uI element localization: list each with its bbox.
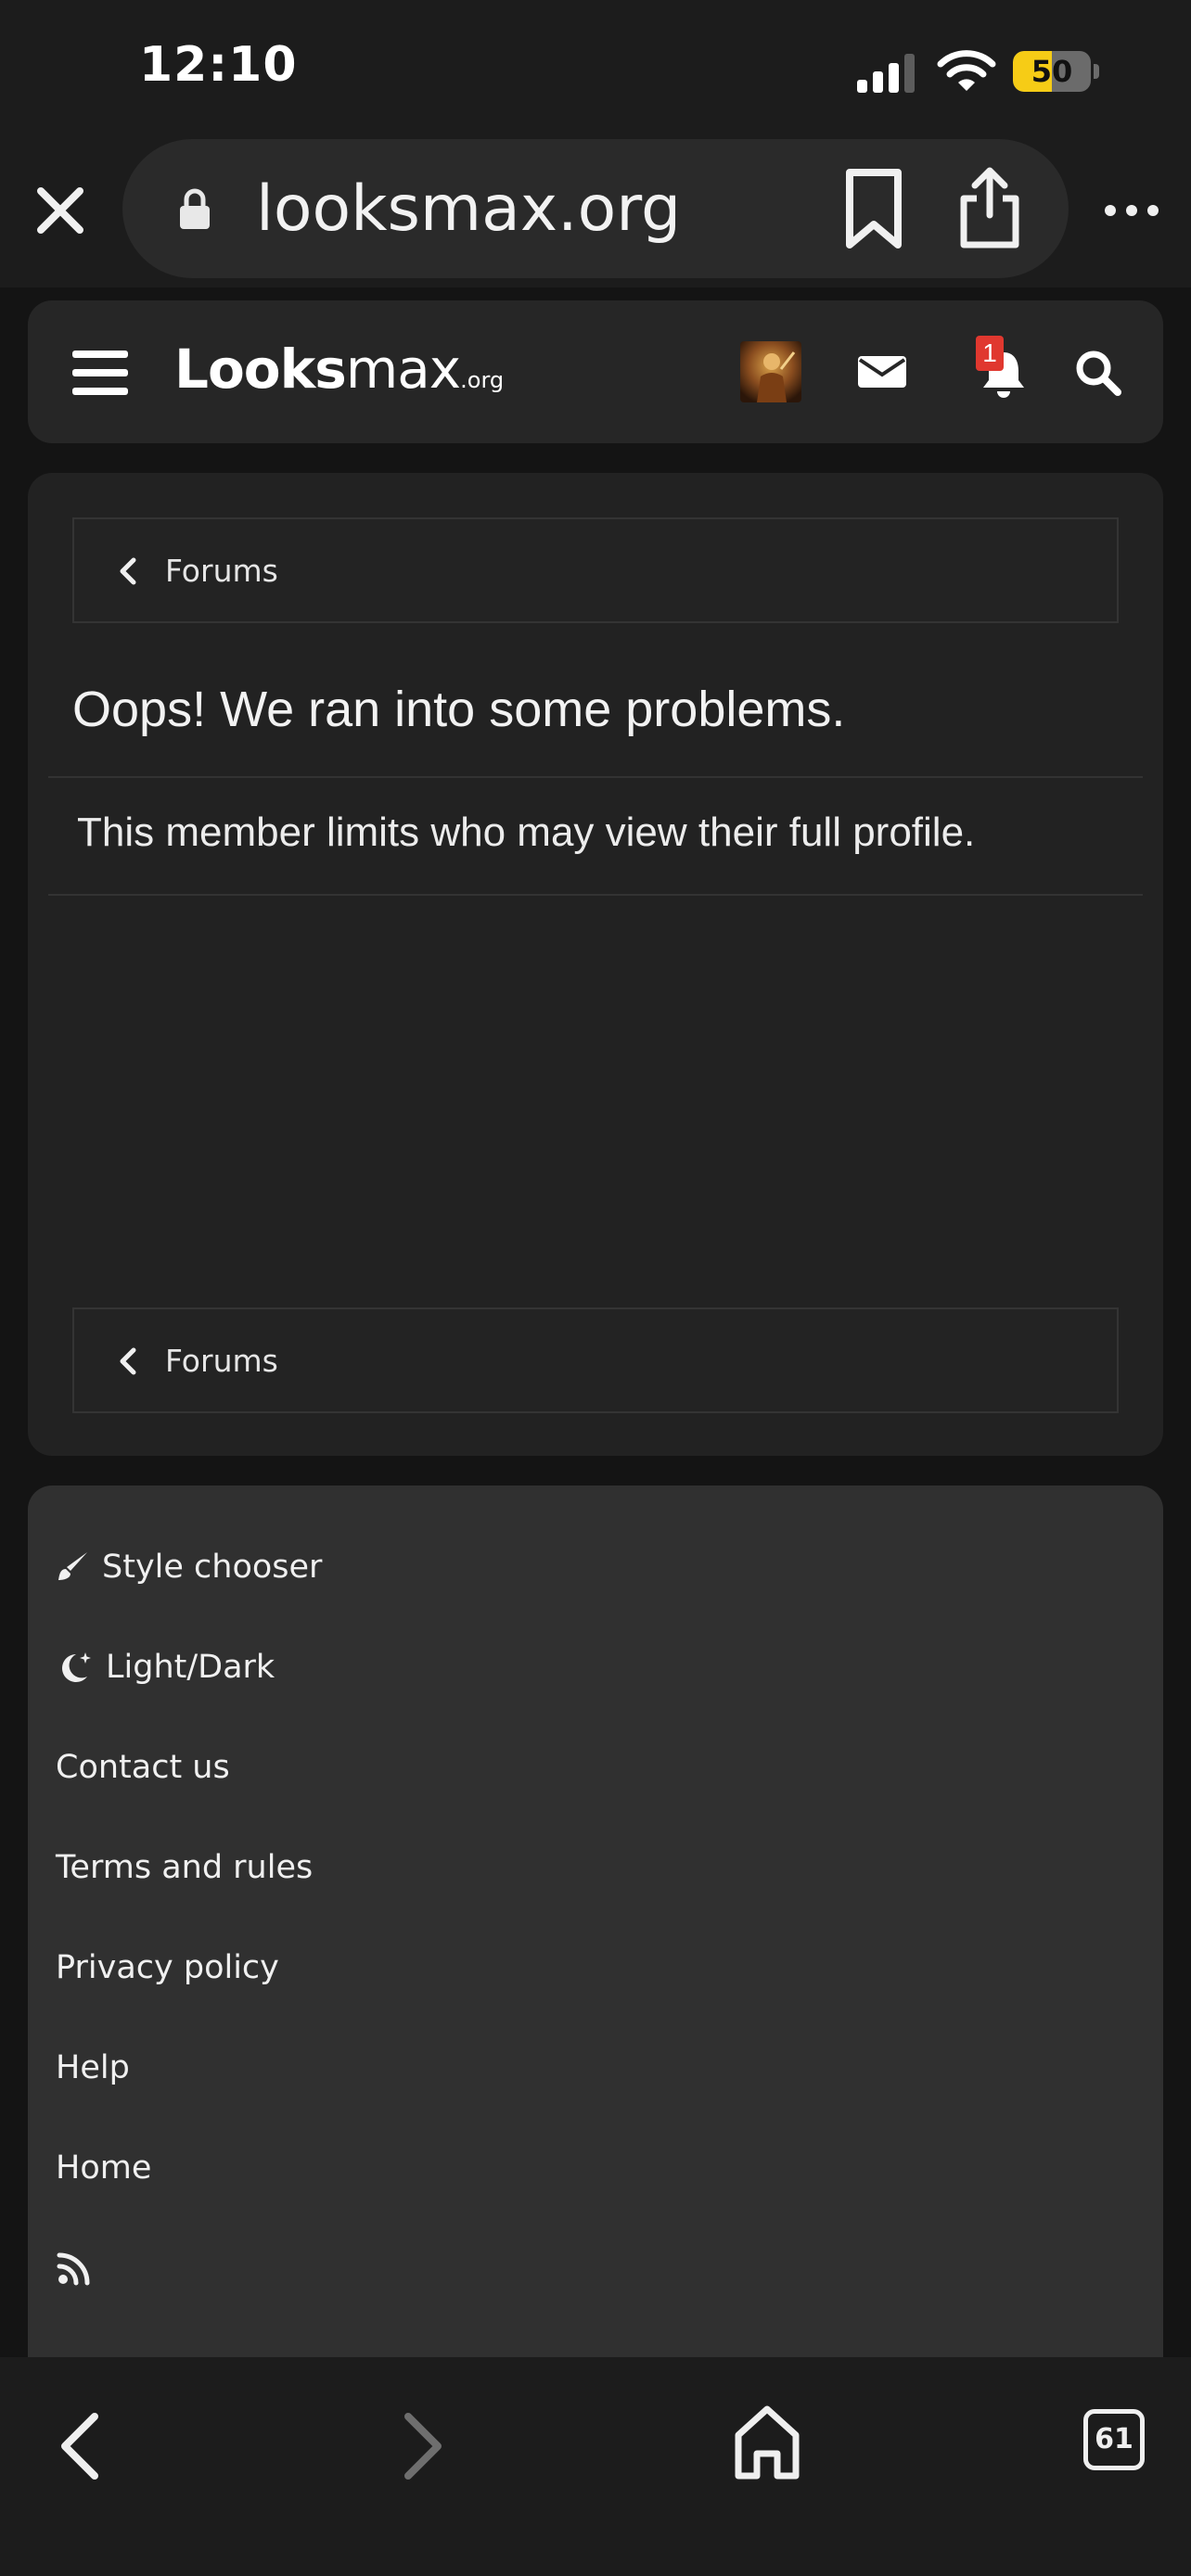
status-time: 12:10	[139, 37, 298, 93]
paintbrush-icon	[58, 1552, 87, 1580]
share-icon[interactable]	[953, 165, 1027, 252]
breadcrumb-label[interactable]: Forums	[165, 553, 278, 590]
site-header: Looksmax.org 1	[28, 300, 1163, 443]
divider	[48, 776, 1143, 778]
logo-org: .org	[460, 367, 505, 393]
footer-link-light-dark[interactable]: Light/Dark	[56, 1639, 275, 1695]
battery-icon: 50	[1013, 51, 1099, 92]
signal-icon	[857, 54, 915, 93]
footer-link-label[interactable]: Contact us	[56, 1749, 230, 1786]
footer-link-label[interactable]: Light/Dark	[106, 1649, 275, 1686]
browser-toolbar: looksmax.org	[0, 139, 1191, 287]
home-icon[interactable]	[733, 2402, 801, 2481]
chevron-left-icon	[120, 1347, 136, 1375]
content-block: Forums Oops! We ran into some problems. …	[28, 473, 1163, 1456]
chevron-left-icon	[120, 557, 136, 585]
footer: Style chooser Light/Dark Contact us Term…	[28, 1486, 1163, 2357]
footer-link-help[interactable]: Help	[56, 2040, 130, 2096]
search-icon[interactable]	[1074, 349, 1122, 397]
divider	[48, 894, 1143, 896]
footer-link-rss[interactable]	[56, 2240, 106, 2296]
mail-icon[interactable]	[858, 352, 906, 389]
footer-link-label[interactable]: Help	[56, 2049, 130, 2086]
battery-percent: 50	[1031, 54, 1073, 89]
more-icon[interactable]	[1099, 187, 1164, 234]
lock-icon	[180, 188, 210, 229]
breadcrumb[interactable]: Forums	[72, 517, 1119, 623]
footer-link-label[interactable]: Privacy policy	[56, 1949, 279, 1986]
wifi-icon	[937, 50, 996, 91]
moon-icon	[62, 1652, 91, 1682]
site-logo[interactable]: Looksmax.org	[174, 338, 508, 412]
bookmark-icon[interactable]	[837, 167, 911, 250]
tabs-icon[interactable]: 61	[1083, 2409, 1145, 2470]
hamburger-icon[interactable]	[72, 347, 128, 399]
address-bar[interactable]: looksmax.org	[122, 139, 1069, 278]
close-icon[interactable]	[28, 178, 93, 243]
footer-link-terms[interactable]: Terms and rules	[56, 1840, 313, 1895]
breadcrumb-label[interactable]: Forums	[165, 1343, 278, 1380]
error-message: This member limits who may view their fu…	[77, 810, 976, 855]
logo-looks: Looks	[174, 338, 347, 401]
footer-link-style-chooser[interactable]: Style chooser	[56, 1539, 322, 1595]
avatar[interactable]	[740, 341, 801, 402]
footer-link-home[interactable]: Home	[56, 2140, 151, 2196]
footer-link-privacy[interactable]: Privacy policy	[56, 1940, 279, 1996]
notifications-button[interactable]: 1	[955, 336, 1039, 410]
notification-badge: 1	[976, 336, 1004, 371]
forward-icon[interactable]	[397, 2409, 449, 2483]
rss-icon[interactable]	[56, 2250, 93, 2287]
breadcrumb[interactable]: Forums	[72, 1307, 1119, 1413]
url-text[interactable]: looksmax.org	[256, 172, 681, 247]
tab-count: 61	[1095, 2423, 1133, 2455]
page-title: Oops! We ran into some problems.	[72, 682, 846, 737]
logo-max: max	[345, 338, 461, 401]
footer-link-contact[interactable]: Contact us	[56, 1740, 230, 1795]
status-bar: 12:10 50	[0, 0, 1191, 139]
footer-link-label[interactable]: Home	[56, 2149, 151, 2187]
browser-bottom-bar: 61	[0, 2357, 1191, 2576]
footer-link-label[interactable]: Terms and rules	[56, 1849, 313, 1886]
footer-link-label[interactable]: Style chooser	[102, 1549, 322, 1586]
back-icon[interactable]	[54, 2409, 106, 2483]
